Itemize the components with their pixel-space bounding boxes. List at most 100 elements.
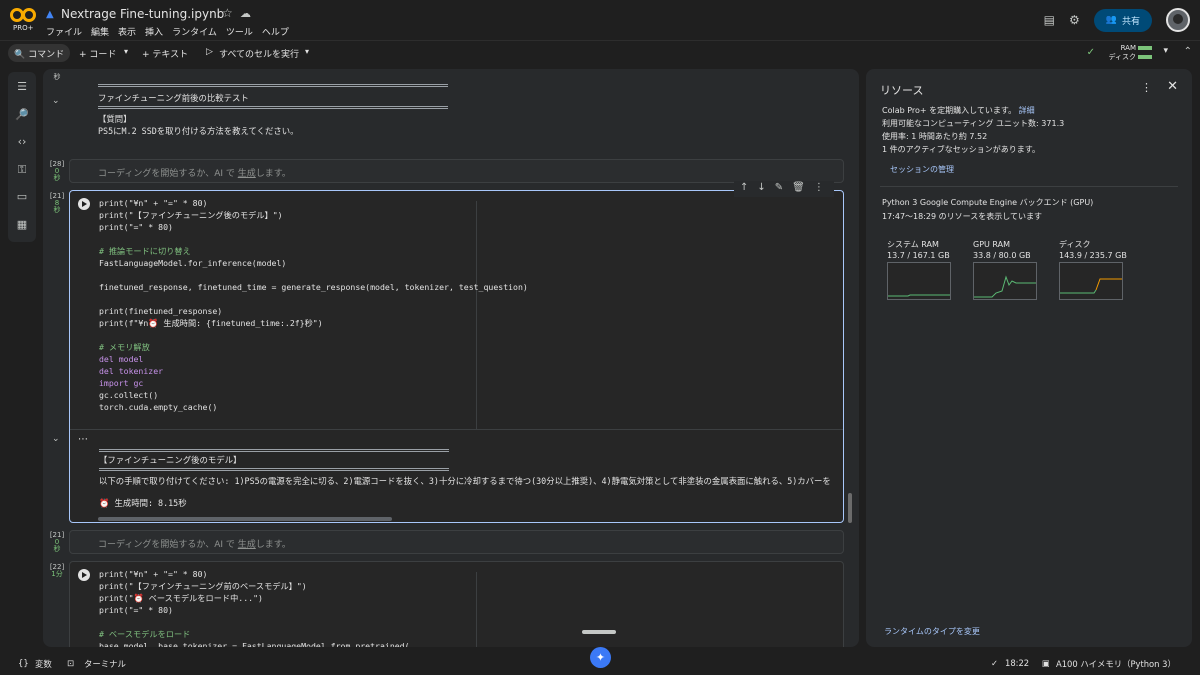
run-all-dropdown-icon[interactable]: ▾ <box>305 47 309 56</box>
menu-tools[interactable]: ツール <box>226 25 253 38</box>
calendar-icon[interactable]: ▦ <box>8 218 36 231</box>
menu-runtime[interactable]: ランタイム <box>172 25 217 38</box>
placeholder-text: コーディングを開始するか、AI で <box>98 540 235 550</box>
output-title: ファインチューニング前後の比較テスト <box>98 93 249 103</box>
output-divider <box>70 429 843 430</box>
collapse-icon[interactable]: ⌃ <box>1184 46 1192 57</box>
terminal-icon[interactable]: ⊡ <box>67 658 74 668</box>
resource-indicator[interactable]: RAM ディスク <box>1108 44 1152 62</box>
cell-exec-time: 8 秒 <box>53 199 61 214</box>
code-line: finetuned_response, finetuned_time = gen… <box>99 282 528 292</box>
menu-edit[interactable]: 編集 <box>91 25 109 38</box>
more-icon[interactable]: ⋮ <box>814 182 824 196</box>
usage-text: 使用率: 1 時間あたり約 7.52 <box>882 132 988 141</box>
notebook-title[interactable]: Nextrage Fine-tuning.ipynb <box>61 7 224 21</box>
more-icon[interactable]: ⋮ <box>1141 81 1152 94</box>
empty-code-cell[interactable]: コーディングを開始するか、AI で 生成します。 <box>69 530 844 554</box>
run-cell-button[interactable] <box>78 198 90 210</box>
output-time: ⏰ 生成時間: 8.15秒 <box>99 498 187 508</box>
code-line: print("=" * 80) <box>99 222 173 232</box>
code-line: del model <box>99 354 144 364</box>
code-line: # メモリ解放 <box>99 342 150 352</box>
panel-title: リソース <box>880 84 924 97</box>
play-icon: ▷ <box>206 47 213 57</box>
resources-panel: リソース ⋮ ✕ Colab Pro+ を定期購入しています。 詳細 利用可能な… <box>866 69 1192 647</box>
pro-badge: PRO+ <box>13 24 34 32</box>
variables-icon[interactable]: {} <box>18 658 29 668</box>
ruler-line <box>476 572 477 647</box>
code-editor[interactable]: print("¥n" + "=" * 80) print("【ファインチューニング… <box>99 197 528 413</box>
question-text: PS5にM.2 SSDを取り付ける方法を教えてください。 <box>98 126 299 136</box>
gear-icon[interactable]: ⚙ <box>1069 13 1080 27</box>
runtime-type[interactable]: A100 ハイメモリ（Python 3） <box>1056 658 1176 670</box>
run-cell-button[interactable] <box>78 569 90 581</box>
placeholder-text-end: します。 <box>255 540 291 550</box>
command-label: コマンド <box>28 50 65 60</box>
collapse-output-icon[interactable]: ⌄ <box>52 96 60 106</box>
active-code-cell[interactable]: print("¥n" + "=" * 80) print("【ファインチューニング… <box>69 190 844 523</box>
secrets-key-icon[interactable]: ⚿ <box>8 163 36 177</box>
menu-help[interactable]: ヘルプ <box>262 25 289 38</box>
system-ram-chart <box>888 294 950 297</box>
edit-icon[interactable]: ✎ <box>775 182 783 196</box>
colab-logo[interactable]: PRO+ <box>10 5 38 33</box>
code-line: print("【ファインチューニング前のベースモデル】") <box>99 581 307 591</box>
code-snippets-icon[interactable]: ‹› <box>8 135 36 148</box>
code-editor[interactable]: print("¥n" + "=" * 80) print("【ファインチューニング… <box>99 568 410 647</box>
menu-file[interactable]: ファイル <box>46 25 82 38</box>
panel-resize-handle[interactable] <box>582 630 616 634</box>
notebook-toolbar: 🔍 コマンド + コード ▾ + テキスト ▷ すべてのセルを実行 ▾ ✓ RA… <box>0 40 1200 64</box>
details-link[interactable]: 詳細 <box>1019 106 1035 115</box>
share-label: 共有 <box>1121 16 1140 27</box>
terminal-button[interactable]: ターミナル <box>84 658 126 670</box>
output-menu-icon[interactable]: ⋯ <box>78 434 88 445</box>
plan-text: Colab Pro+ を定期購入しています。 <box>882 106 1017 115</box>
people-icon: 👥 <box>1105 15 1117 25</box>
generate-link[interactable]: 生成 <box>238 540 256 550</box>
empty-code-cell[interactable]: コーディングを開始するか、AI で 生成します。 <box>69 159 844 183</box>
star-icon[interactable]: ☆ <box>222 6 233 20</box>
output-horizontal-scrollbar[interactable] <box>98 517 392 521</box>
code-line: print("¥n" + "=" * 80) <box>99 198 208 208</box>
cloud-icon[interactable]: ☁ <box>240 7 251 20</box>
output-separator <box>99 468 449 471</box>
code-line: import gc <box>99 378 144 388</box>
gemini-icon[interactable]: ✦ <box>590 647 611 668</box>
menu-view[interactable]: 表示 <box>118 25 136 38</box>
code-line: # ベースモデルをロード <box>99 629 191 639</box>
avatar[interactable] <box>1166 8 1190 32</box>
cell-toolbar: ↑ ↓ ✎ 🗑 ⋮ <box>734 181 834 197</box>
toc-icon[interactable]: ☰ <box>8 80 36 93</box>
find-icon[interactable]: 🔎 <box>8 108 36 121</box>
close-icon[interactable]: ✕ <box>1167 79 1178 94</box>
variables-button[interactable]: 変数 <box>35 658 52 670</box>
runtime-dropdown-icon[interactable]: ▾ <box>1163 46 1168 56</box>
search-icon: 🔍 <box>14 50 26 60</box>
share-button[interactable]: 👥 共有 <box>1093 8 1152 32</box>
move-up-icon[interactable]: ↑ <box>740 182 748 196</box>
move-down-icon[interactable]: ↓ <box>757 182 765 196</box>
delete-icon[interactable]: 🗑 <box>792 182 805 196</box>
menu-insert[interactable]: 挿入 <box>145 25 163 38</box>
code-line: print(finetuned_response) <box>99 306 223 316</box>
generate-link[interactable]: 生成 <box>238 169 256 179</box>
command-button[interactable]: 🔍 コマンド <box>8 44 71 62</box>
collapse-output-icon[interactable]: ⌄ <box>52 434 60 444</box>
last-run-time: 18:22 <box>1005 658 1030 668</box>
chip-icon: ▣ <box>1042 658 1050 668</box>
folder-icon[interactable]: ▭ <box>8 190 36 203</box>
run-all-button[interactable]: すべてのセルを実行 <box>219 47 299 60</box>
question-header: 【質問】 <box>98 114 132 124</box>
notebook-scrollbar[interactable] <box>848 493 852 523</box>
code-line: gc.collect() <box>99 390 159 400</box>
add-text-button[interactable]: + テキスト <box>142 47 188 60</box>
manage-sessions-link[interactable]: セッションの管理 <box>890 164 954 175</box>
change-runtime-link[interactable]: ランタイムのタイプを変更 <box>884 626 980 637</box>
comment-icon[interactable]: ▤ <box>1044 13 1055 27</box>
chevron-down-icon[interactable]: ▾ <box>124 47 128 56</box>
top-bar: PRO+ ▲ Nextrage Fine-tuning.ipynb ☆ ☁ ファ… <box>0 0 1200 40</box>
code-cell[interactable]: print("¥n" + "=" * 80) print("【ファインチューニング… <box>69 561 844 647</box>
code-line: print("¥n" + "=" * 80) <box>99 569 208 579</box>
add-code-button[interactable]: + コード <box>79 47 116 60</box>
